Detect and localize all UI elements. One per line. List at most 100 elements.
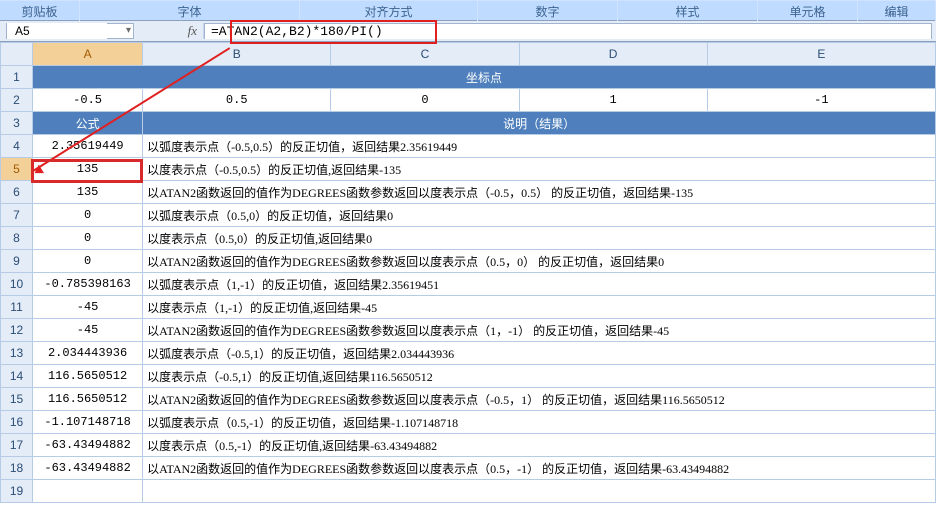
row-10: 10-0.785398163以弧度表示点（1,-1）的反正切值，返回结果2.35… [1,273,936,296]
row-13: 132.034443936以弧度表示点（-0.5,1）的反正切值，返回结果2.0… [1,342,936,365]
ribbon-group-editing[interactable]: 编辑 [858,1,936,21]
cell-a5[interactable]: 135 [33,158,143,181]
formula-input-wrap[interactable] [204,23,932,39]
row-7: 70以弧度表示点（0.5,0）的反正切值，返回结果0 [1,204,936,227]
cell-a7[interactable]: 0 [33,204,143,227]
row-6: 6135以ATAN2函数返回的值作为DEGREES函数参数返回以度表示点（-0.… [1,181,936,204]
cell-a18[interactable]: -63.43494882 [33,457,143,480]
row-header-19[interactable]: 19 [1,480,33,503]
cell-a9[interactable]: 0 [33,250,143,273]
row-16: 16-1.107148718以弧度表示点（0.5,-1）的反正切值，返回结果-1… [1,411,936,434]
cell-c2[interactable]: 0 [331,89,519,112]
formula-input[interactable] [205,25,931,39]
cell-b4-merged-desc[interactable]: 以弧度表示点（-0.5,0.5）的反正切值，返回结果2.35619449 [143,135,936,158]
ribbon-group-cells[interactable]: 单元格 [758,1,858,21]
row-header-11[interactable]: 11 [1,296,33,319]
cell-a17[interactable]: -63.43494882 [33,434,143,457]
row-4: 42.35619449以弧度表示点（-0.5,0.5）的反正切值，返回结果2.3… [1,135,936,158]
row-header-13[interactable]: 13 [1,342,33,365]
cell-b2[interactable]: 0.5 [143,89,331,112]
row-header-15[interactable]: 15 [1,388,33,411]
ribbon-group-clipboard[interactable]: 剪贴板 [0,1,80,21]
row-11: 11-45以度表示点（1,-1）的反正切值,返回结果-45 [1,296,936,319]
grid-table[interactable]: A B C D E 1 坐标点 2 -0.5 0.5 0 1 -1 3 公式 说… [0,42,936,503]
cell-a12[interactable]: -45 [33,319,143,342]
cell-a19[interactable] [33,480,143,503]
cell-b8-merged-desc[interactable]: 以度表示点（0.5,0）的反正切值,返回结果0 [143,227,936,250]
name-box-dropdown-icon[interactable]: ▾ [126,25,131,36]
name-box[interactable]: ▾ [6,23,134,39]
row-header-14[interactable]: 14 [1,365,33,388]
cell-b12-merged-desc[interactable]: 以ATAN2函数返回的值作为DEGREES函数参数返回以度表示点（1，-1） 的… [143,319,936,342]
ribbon-group-number[interactable]: 数字 [478,1,618,21]
row-header-12[interactable]: 12 [1,319,33,342]
row-header-17[interactable]: 17 [1,434,33,457]
cell-e2[interactable]: -1 [707,89,935,112]
row-19: 19 [1,480,936,503]
row-header-1[interactable]: 1 [1,66,33,89]
ribbon-group-alignment[interactable]: 对齐方式 [300,1,478,21]
cell-b15-merged-desc[interactable]: 以ATAN2函数返回的值作为DEGREES函数参数返回以度表示点（-0.5，1）… [143,388,936,411]
cell-a14[interactable]: 116.5650512 [33,365,143,388]
row-header-5[interactable]: 5 [1,158,33,181]
row-header-10[interactable]: 10 [1,273,33,296]
cell-b10-merged-desc[interactable]: 以弧度表示点（1,-1）的反正切值，返回结果2.35619451 [143,273,936,296]
row-15: 15116.5650512以ATAN2函数返回的值作为DEGREES函数参数返回… [1,388,936,411]
cell-b5-merged-desc[interactable]: 以度表示点（-0.5,0.5）的反正切值,返回结果-135 [143,158,936,181]
cell-a11[interactable]: -45 [33,296,143,319]
cell-a3-label[interactable]: 公式 [33,112,143,135]
select-all-corner[interactable] [1,43,33,66]
row-12: 12-45以ATAN2函数返回的值作为DEGREES函数参数返回以度表示点（1，… [1,319,936,342]
row-header-6[interactable]: 6 [1,181,33,204]
cell-a8[interactable]: 0 [33,227,143,250]
cell-a4[interactable]: 2.35619449 [33,135,143,158]
cell-b7-merged-desc[interactable]: 以弧度表示点（0.5,0）的反正切值，返回结果0 [143,204,936,227]
row-1: 1 坐标点 [1,66,936,89]
row-header-16[interactable]: 16 [1,411,33,434]
cell-b19[interactable] [143,480,936,503]
col-header-d[interactable]: D [519,43,707,66]
col-header-b[interactable]: B [143,43,331,66]
cell-b17-merged-desc[interactable]: 以度表示点（0.5,-1）的反正切值,返回结果-63.43494882 [143,434,936,457]
cell-a16[interactable]: -1.107148718 [33,411,143,434]
col-header-c[interactable]: C [331,43,519,66]
col-header-a[interactable]: A [33,43,143,66]
row-2: 2 -0.5 0.5 0 1 -1 [1,89,936,112]
row-header-7[interactable]: 7 [1,204,33,227]
cell-b1-merged-banner[interactable]: 坐标点 [33,66,936,89]
col-header-e[interactable]: E [707,43,935,66]
row-14: 14116.5650512以度表示点（-0.5,1）的反正切值,返回结果116.… [1,365,936,388]
insert-function-button[interactable]: fx [134,23,204,39]
row-header-3[interactable]: 3 [1,112,33,135]
row-header-18[interactable]: 18 [1,457,33,480]
cell-a6[interactable]: 135 [33,181,143,204]
row-18: 18-63.43494882以ATAN2函数返回的值作为DEGREES函数参数返… [1,457,936,480]
name-box-input[interactable] [7,23,107,39]
ribbon-group-styles[interactable]: 样式 [618,1,758,21]
column-header-row: A B C D E [1,43,936,66]
cell-d2[interactable]: 1 [519,89,707,112]
formula-bar: ▾ fx [0,20,936,42]
cell-b3-merged-banner[interactable]: 说明（结果） [143,112,936,135]
row-header-4[interactable]: 4 [1,135,33,158]
cell-b13-merged-desc[interactable]: 以弧度表示点（-0.5,1）的反正切值，返回结果2.034443936 [143,342,936,365]
cell-a15[interactable]: 116.5650512 [33,388,143,411]
cell-b11-merged-desc[interactable]: 以度表示点（1,-1）的反正切值,返回结果-45 [143,296,936,319]
row-header-2[interactable]: 2 [1,89,33,112]
row-5: 5135以度表示点（-0.5,0.5）的反正切值,返回结果-135 [1,158,936,181]
row-17: 17-63.43494882以度表示点（0.5,-1）的反正切值,返回结果-63… [1,434,936,457]
cell-a2[interactable]: -0.5 [33,89,143,112]
cell-a13[interactable]: 2.034443936 [33,342,143,365]
worksheet[interactable]: A B C D E 1 坐标点 2 -0.5 0.5 0 1 -1 3 公式 说… [0,42,936,530]
row-header-9[interactable]: 9 [1,250,33,273]
row-header-8[interactable]: 8 [1,227,33,250]
cell-b18-merged-desc[interactable]: 以ATAN2函数返回的值作为DEGREES函数参数返回以度表示点（0.5，-1）… [143,457,936,480]
cell-b6-merged-desc[interactable]: 以ATAN2函数返回的值作为DEGREES函数参数返回以度表示点（-0.5，0.… [143,181,936,204]
ribbon-group-font[interactable]: 字体 [80,1,300,21]
cell-b14-merged-desc[interactable]: 以度表示点（-0.5,1）的反正切值,返回结果116.5650512 [143,365,936,388]
row-8: 80以度表示点（0.5,0）的反正切值,返回结果0 [1,227,936,250]
cell-b16-merged-desc[interactable]: 以弧度表示点（0.5,-1）的反正切值，返回结果-1.107148718 [143,411,936,434]
ribbon-group-labels: 剪贴板 字体 对齐方式 数字 样式 单元格 编辑 [0,0,936,20]
cell-a10[interactable]: -0.785398163 [33,273,143,296]
cell-b9-merged-desc[interactable]: 以ATAN2函数返回的值作为DEGREES函数参数返回以度表示点（0.5，0） … [143,250,936,273]
